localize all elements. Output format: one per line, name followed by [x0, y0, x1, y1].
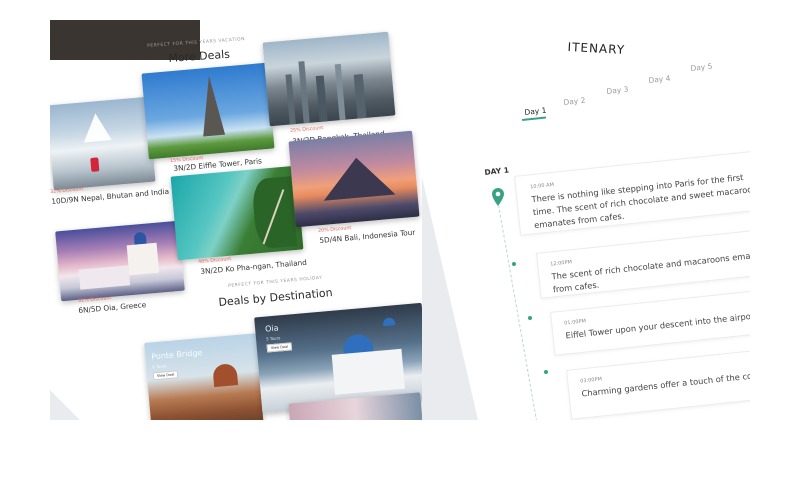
event-time: 12:00PM — [549, 259, 573, 268]
day-label: DAY 1 — [484, 165, 510, 177]
deal-image-paris[interactable] — [141, 62, 275, 160]
view-deal-button[interactable]: View Deal — [266, 342, 293, 353]
event-text: Eiffel Tower upon your descent into the … — [565, 310, 750, 341]
tab-day-1[interactable]: Day 1 — [524, 106, 547, 117]
deal-discount: 25% Discount — [290, 126, 324, 134]
tab-day-3[interactable]: Day 3 — [606, 85, 629, 96]
tab-day-2[interactable]: Day 2 — [563, 96, 586, 107]
deals-page: PERFECT FOR THIS YEARS VACATION More Dea… — [50, 20, 422, 420]
destination-sub: 8 Tours — [152, 363, 167, 370]
event-text: Charming gardens offer a touch of the co… — [581, 366, 750, 399]
destination-sub: 5 Tours — [265, 335, 281, 342]
itinerary-card[interactable]: 12:00PM The scent of rich chocolate and … — [536, 227, 750, 299]
deal-image-ko-phangan[interactable] — [170, 165, 304, 261]
itinerary-card[interactable]: 01:00PM Eiffel Tower upon your descent i… — [550, 287, 750, 356]
tab-day-5[interactable]: Day 5 — [690, 62, 713, 73]
timeline-dot — [528, 316, 532, 320]
deal-image-oia[interactable] — [55, 220, 185, 302]
active-tab-underline — [522, 116, 547, 121]
event-time: 01:00PM — [563, 318, 587, 327]
tab-day-4[interactable]: Day 4 — [648, 74, 671, 85]
map-pin-icon — [492, 188, 504, 206]
destination-name: Ponte Bridge — [150, 348, 203, 362]
destinations-kicker: PERFECT FOR THIS YEARS HOLIDAY — [228, 275, 323, 289]
mockup-stage: PERFECT FOR THIS YEARS VACATION More Dea… — [50, 20, 750, 420]
timeline-dot — [512, 262, 516, 266]
itinerary-card[interactable]: 03:00PM Charming gardens offer a touch o… — [566, 345, 750, 420]
timeline-dot — [544, 370, 548, 374]
itinerary-title: ITENARY — [567, 40, 626, 57]
destinations-title: Deals by Destination — [218, 286, 334, 309]
more-deals-title: More Deals — [168, 47, 231, 65]
view-deal-button[interactable]: View Deal — [152, 370, 179, 381]
itinerary-page: ITENARY Day 1 Day 2 Day 3 Day 4 Day 5 DA… — [418, 20, 750, 420]
event-text: The scent of rich chocolate and macaroon… — [551, 248, 750, 295]
event-text: There is nothing like stepping into Pari… — [531, 172, 750, 231]
destination-card-ponte-bridge[interactable]: Ponte Bridge 8 Tours View Deal — [144, 333, 264, 420]
event-time: 03:00PM — [579, 376, 603, 385]
destination-name: Oia — [264, 323, 279, 334]
deal-image-nepal[interactable] — [50, 96, 156, 191]
timeline-line — [498, 204, 538, 420]
deal-image-bali[interactable] — [288, 130, 420, 228]
deal-image-bangkok[interactable] — [262, 31, 396, 127]
itinerary-card[interactable]: 10:00 AM There is nothing like stepping … — [514, 148, 750, 236]
event-time: 10:00 AM — [529, 181, 555, 191]
